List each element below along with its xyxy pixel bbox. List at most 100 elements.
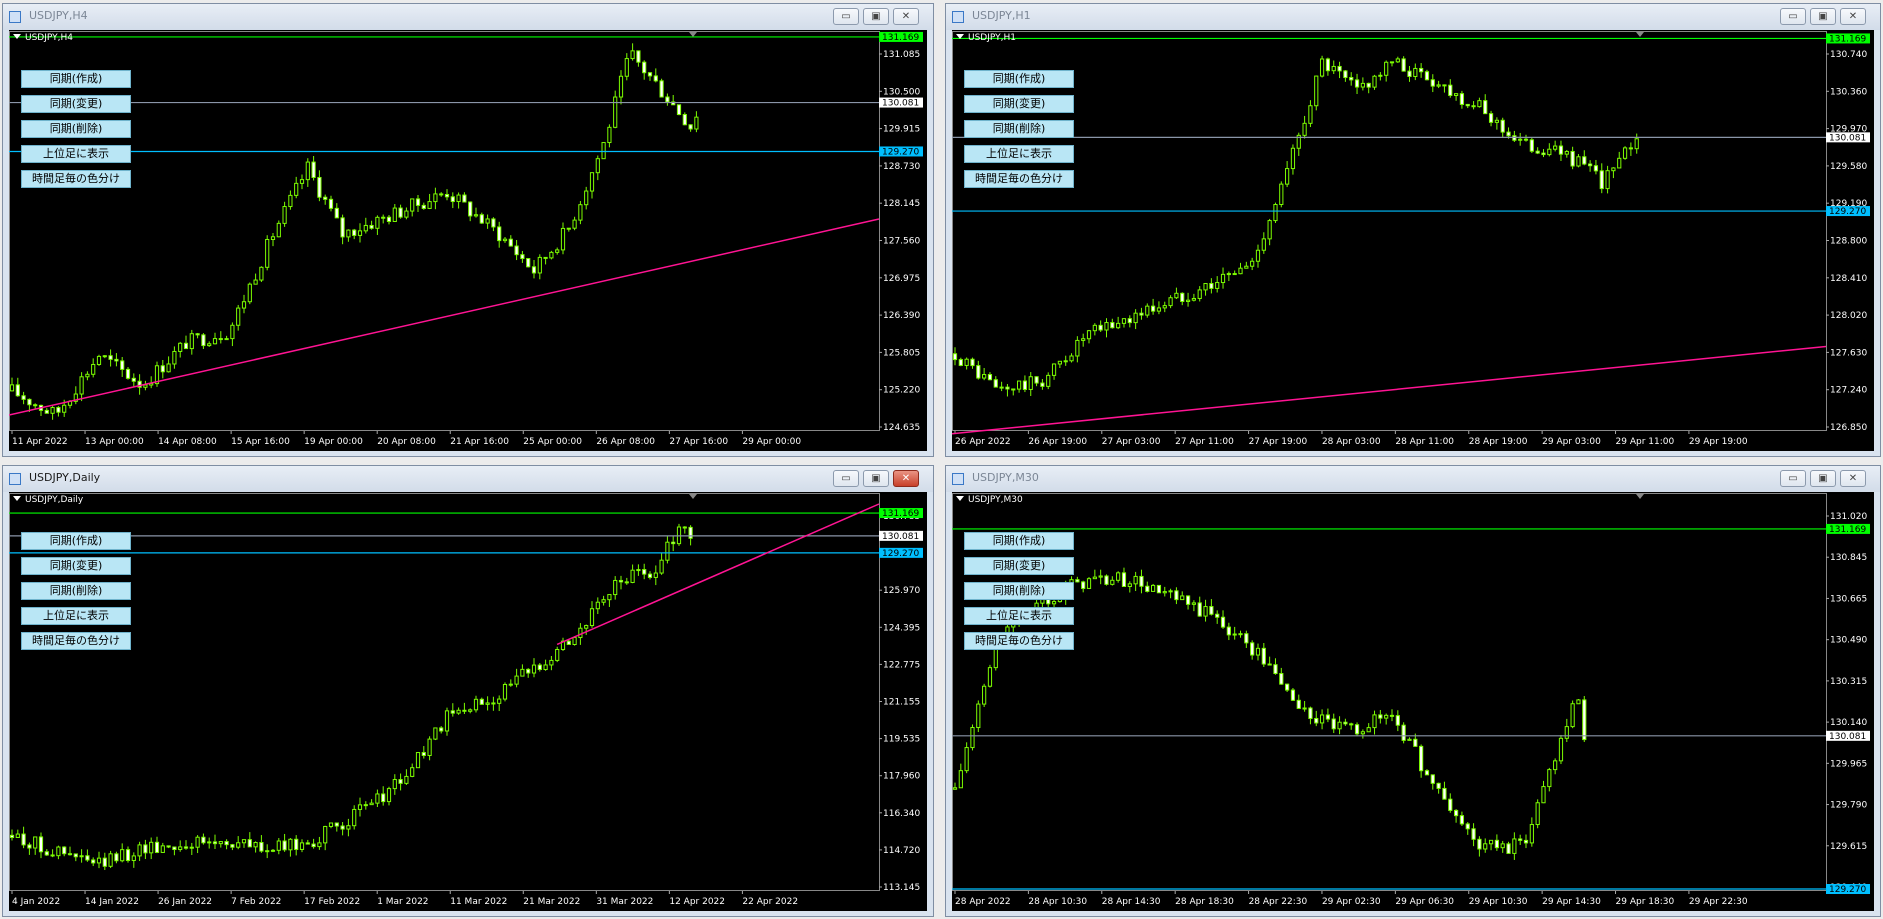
time-label: 12 Apr 2022	[669, 897, 725, 907]
candle-body	[62, 846, 67, 855]
sync-modify-button[interactable]: 同期(変更)	[964, 557, 1074, 575]
trend-line[interactable]	[9, 218, 880, 416]
candle-body	[1500, 843, 1505, 849]
minimize-button[interactable]: ▭	[1780, 8, 1806, 25]
minimize-button[interactable]: ▭	[833, 8, 859, 25]
sync-delete-button[interactable]: 同期(削除)	[964, 120, 1074, 138]
time-label: 29 Apr 10:30	[1469, 897, 1528, 907]
timeframe-color-button[interactable]: 時間足毎の色分け	[21, 170, 131, 188]
candle-body	[346, 825, 351, 830]
window-titlebar[interactable]: USDJPY,H4 ▭ ▣ ✕	[3, 4, 933, 30]
candle-body	[1366, 82, 1371, 88]
minimize-button[interactable]: ▭	[833, 470, 859, 487]
candle-body	[270, 849, 276, 852]
chart-window-h4[interactable]: USDJPY,H4 ▭ ▣ ✕ 131.085 130.500 129.915 128…	[2, 3, 934, 457]
sync-modify-button[interactable]: 同期(変更)	[21, 95, 131, 113]
candle-body	[1092, 576, 1097, 580]
maximize-button[interactable]: ▣	[1810, 470, 1836, 487]
minimize-button[interactable]: ▭	[1780, 470, 1806, 487]
candle-body	[1232, 633, 1237, 636]
sync-modify-button[interactable]: 同期(変更)	[964, 95, 1074, 113]
candle-body	[1110, 322, 1115, 329]
candle-body	[1139, 575, 1144, 587]
show-higher-tf-button[interactable]: 上位足に表示	[964, 145, 1074, 163]
symbol-label[interactable]: USDJPY,M30	[956, 495, 1023, 505]
candle-body	[334, 822, 339, 827]
candle-body	[502, 683, 508, 700]
chart-window-daily[interactable]: USDJPY,Daily ▭ ▣ ✕ 130.785127.590125.970…	[2, 465, 934, 917]
sync-create-button[interactable]: 同期(作成)	[21, 532, 131, 550]
symbol-label[interactable]: USDJPY,Daily	[13, 495, 83, 505]
candle-body	[1040, 382, 1045, 387]
resistance-price-label: 131.169	[1829, 525, 1866, 535]
candle-body	[1168, 590, 1173, 593]
show-higher-tf-button[interactable]: 上位足に表示	[21, 607, 131, 625]
trend-line[interactable]	[556, 503, 880, 646]
price-chart[interactable]: 131.020 130.845 130.665 130.490 130.315 130.1…	[952, 492, 1874, 911]
candle-body	[982, 374, 987, 379]
candle-body	[607, 594, 612, 601]
candlestick-plot[interactable]: 131.085 130.500 129.915 128.730 128.145 127.5…	[9, 30, 927, 451]
close-button[interactable]: ✕	[893, 8, 919, 25]
candle-body	[259, 842, 264, 852]
close-button[interactable]: ✕	[1840, 8, 1866, 25]
sync-delete-button[interactable]: 同期(削除)	[21, 582, 131, 600]
price-chart[interactable]: 130.785127.590125.970124.395122.775121.1…	[9, 492, 927, 911]
candle-body	[21, 833, 26, 846]
candlestick-plot[interactable]: 130.740130.360129.970129.580129.190128.8…	[952, 30, 1874, 451]
price-chart[interactable]: 131.085 130.500 129.915 128.730 128.145 127.5…	[9, 30, 927, 451]
maximize-button[interactable]: ▣	[863, 8, 889, 25]
candle-body	[253, 279, 258, 285]
timeframe-color-button[interactable]: 時間足毎の色分け	[964, 632, 1074, 650]
sync-modify-button[interactable]: 同期(変更)	[21, 557, 131, 575]
candlestick-plot[interactable]: 130.785127.590125.970124.395122.775121.1…	[9, 492, 927, 911]
candlestick-plot[interactable]: 131.020 130.845 130.665 130.490 130.315 130.1…	[952, 492, 1874, 911]
candle-body	[653, 572, 658, 578]
chart-shift-marker-icon[interactable]	[1636, 32, 1644, 37]
time-label: 7 Feb 2022	[231, 897, 281, 907]
price-label: 129.965	[1830, 759, 1867, 769]
sync-create-button[interactable]: 同期(作成)	[964, 70, 1074, 88]
chart-shift-marker-icon[interactable]	[689, 32, 697, 37]
resistance-price-label: 131.169	[1829, 34, 1866, 44]
close-button[interactable]: ✕	[893, 470, 919, 487]
maximize-button[interactable]: ▣	[1810, 8, 1836, 25]
candle-body	[114, 853, 119, 862]
symbol-label[interactable]: USDJPY,H1	[956, 33, 1016, 43]
symbol-text: USDJPY,M30	[968, 495, 1023, 505]
price-label: 127.240	[1830, 386, 1867, 396]
candle-body	[334, 207, 339, 219]
show-higher-tf-button[interactable]: 上位足に表示	[21, 145, 131, 163]
window-titlebar[interactable]: USDJPY,Daily ▭ ▣ ✕	[3, 466, 933, 492]
show-higher-tf-button[interactable]: 上位足に表示	[964, 607, 1074, 625]
chart-window-h1[interactable]: USDJPY,H1 ▭ ▣ ✕ 130.740 130.360 129.970 129…	[945, 3, 1881, 457]
price-chart[interactable]: 130.740 130.360 129.970 129.580 129.190 128.8…	[952, 30, 1874, 451]
candle-body	[1203, 283, 1208, 291]
sync-delete-button[interactable]: 同期(削除)	[964, 582, 1074, 600]
time-label: 28 Apr 03:00	[1322, 437, 1381, 447]
candle-body	[392, 779, 397, 790]
chart-shift-marker-icon[interactable]	[1636, 494, 1644, 499]
price-label: 130.140	[1830, 718, 1867, 728]
timeframe-color-button[interactable]: 時間足毎の色分け	[964, 170, 1074, 188]
candle-body	[1185, 595, 1191, 605]
close-button[interactable]: ✕	[1840, 470, 1866, 487]
chart-shift-marker-icon[interactable]	[689, 494, 697, 499]
candle-body	[636, 569, 641, 572]
candle-body	[27, 844, 32, 849]
window-titlebar[interactable]: USDJPY,H1 ▭ ▣ ✕	[946, 4, 1880, 30]
sync-create-button[interactable]: 同期(作成)	[21, 70, 131, 88]
sync-delete-button[interactable]: 同期(削除)	[21, 120, 131, 138]
sync-create-button[interactable]: 同期(作成)	[964, 532, 1074, 550]
candle-body	[1570, 703, 1575, 728]
timeframe-color-button[interactable]: 時間足毎の色分け	[21, 632, 131, 650]
candle-body	[1174, 292, 1179, 299]
maximize-button[interactable]: ▣	[863, 470, 889, 487]
window-titlebar[interactable]: USDJPY,M30 ▭ ▣ ✕	[946, 466, 1880, 492]
chart-window-m30[interactable]: USDJPY,M30 ▭ ▣ ✕ 131.020 130.845 130.665 13…	[945, 465, 1881, 917]
symbol-label[interactable]: USDJPY,H4	[13, 33, 73, 43]
trend-line[interactable]	[952, 345, 1827, 435]
candle-body	[1168, 297, 1173, 307]
time-label: 25 Apr 00:00	[523, 437, 582, 447]
candle-body	[328, 822, 334, 827]
